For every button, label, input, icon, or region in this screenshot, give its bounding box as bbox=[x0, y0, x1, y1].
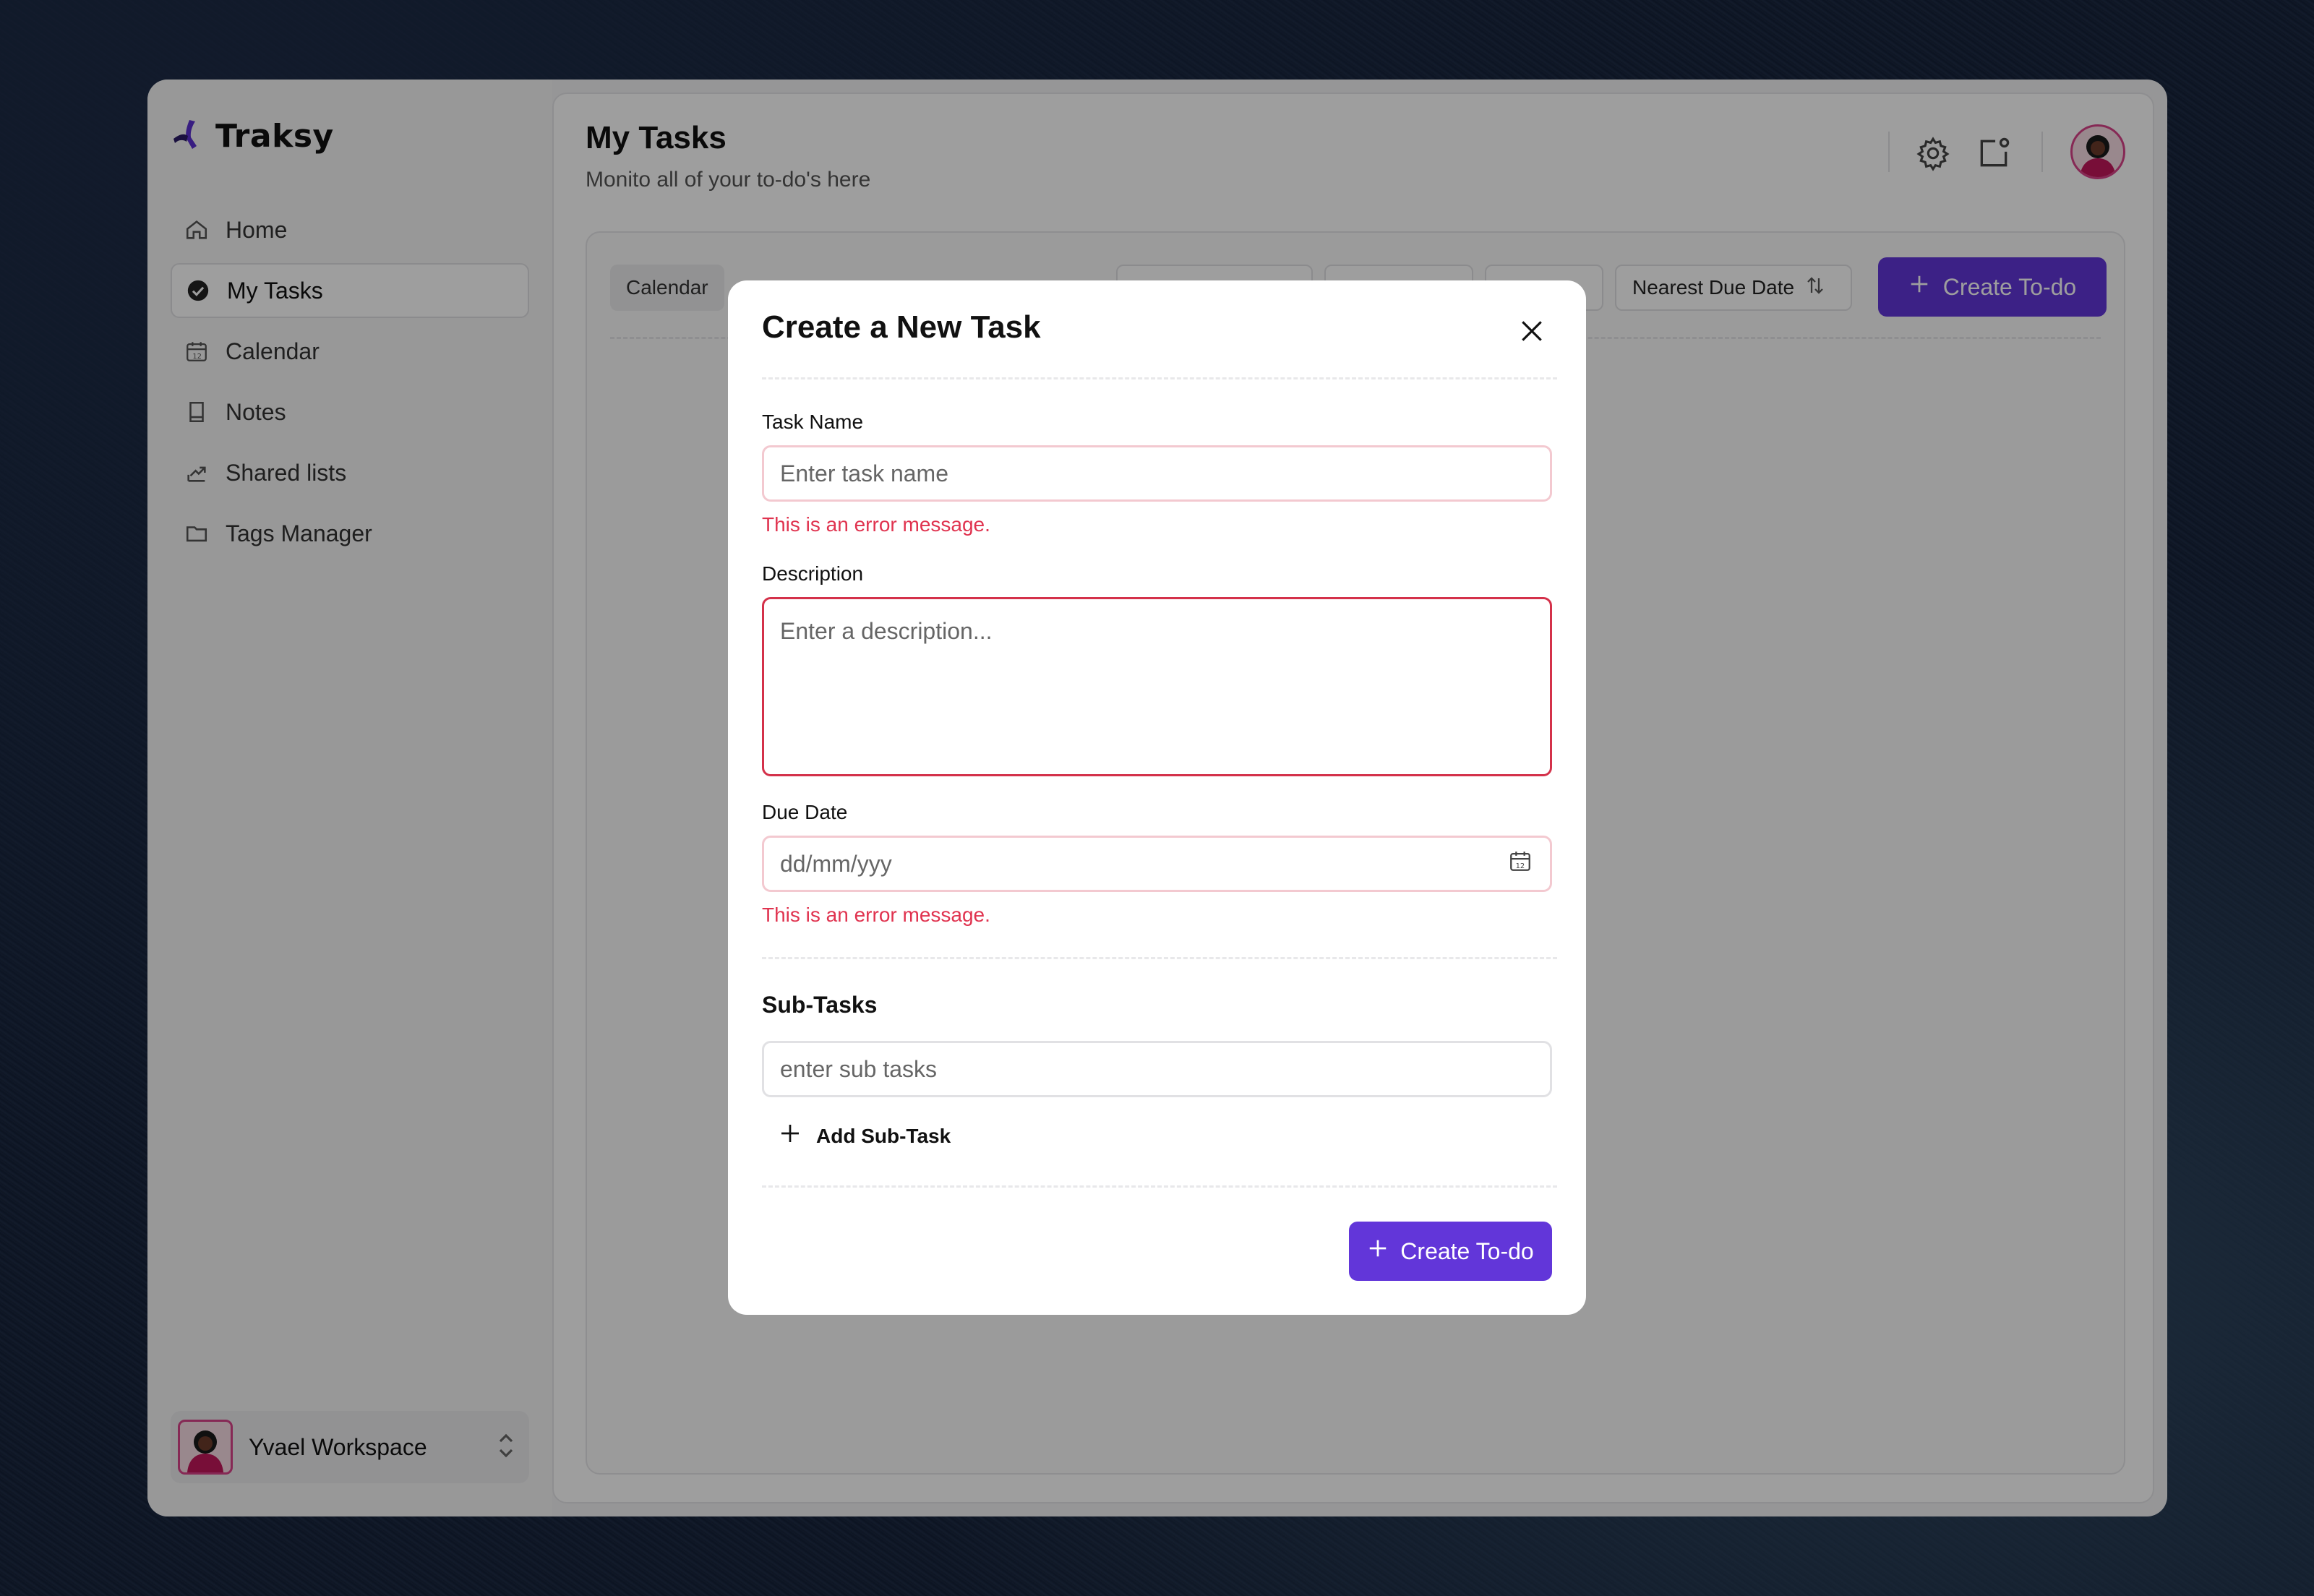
description-textarea[interactable]: Enter a description... bbox=[762, 597, 1552, 776]
task-name-label: Task Name bbox=[762, 411, 864, 433]
subtask-placeholder: enter sub tasks bbox=[780, 1055, 937, 1082]
divider bbox=[762, 957, 1557, 959]
subtask-input[interactable]: enter sub tasks bbox=[762, 1041, 1552, 1097]
add-subtask-button[interactable]: Add Sub-Task bbox=[779, 1122, 951, 1150]
due-date-placeholder: dd/mm/yyy bbox=[780, 850, 892, 877]
due-date-label: Due Date bbox=[762, 801, 848, 823]
close-icon[interactable] bbox=[1516, 315, 1548, 347]
plus-icon bbox=[779, 1122, 802, 1150]
plus-icon bbox=[1367, 1237, 1389, 1265]
modal-title: Create a New Task bbox=[762, 309, 1041, 345]
submit-label: Create To-do bbox=[1400, 1237, 1534, 1264]
svg-text:12: 12 bbox=[1516, 862, 1525, 870]
subtasks-heading: Sub-Tasks bbox=[762, 992, 878, 1018]
create-task-modal: Create a New Task Task Name Enter task n… bbox=[728, 280, 1586, 1315]
task-name-input[interactable]: Enter task name bbox=[762, 445, 1552, 502]
submit-create-todo-button[interactable]: Create To-do bbox=[1349, 1222, 1552, 1281]
task-name-error: This is an error message. bbox=[762, 513, 990, 536]
description-placeholder: Enter a description... bbox=[780, 618, 993, 644]
add-subtask-label: Add Sub-Task bbox=[816, 1124, 951, 1147]
task-name-placeholder: Enter task name bbox=[780, 460, 948, 486]
calendar-icon[interactable]: 12 bbox=[1508, 849, 1533, 879]
divider bbox=[762, 377, 1557, 379]
divider bbox=[762, 1185, 1557, 1188]
due-date-error: This is an error message. bbox=[762, 904, 990, 926]
description-label: Description bbox=[762, 562, 864, 585]
due-date-input[interactable]: dd/mm/yyy 12 bbox=[762, 836, 1552, 892]
